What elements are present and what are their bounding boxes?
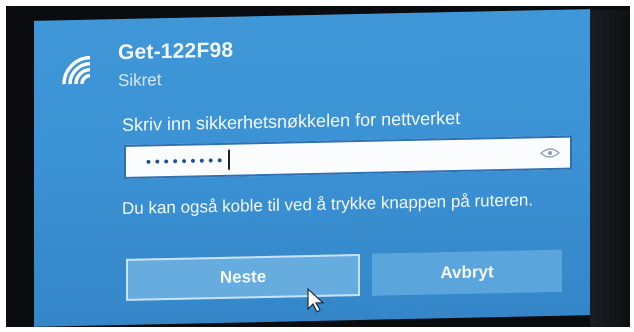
eye-icon[interactable] bbox=[540, 146, 560, 160]
next-button-label: Neste bbox=[219, 266, 267, 287]
cancel-button-label: Avbryt bbox=[440, 262, 494, 283]
security-key-input[interactable]: ••••••••• bbox=[124, 135, 572, 179]
cancel-button[interactable]: Avbryt bbox=[372, 249, 562, 296]
password-mask: ••••••••• bbox=[146, 151, 227, 170]
network-name: Get-122F98 bbox=[118, 38, 234, 65]
security-key-label: Skriv inn sikkerhetsnøkkelen for nettver… bbox=[122, 107, 461, 135]
monitor-bezel bbox=[590, 10, 634, 330]
wifi-connect-panel: Get-122F98 Sikret Skriv inn sikkerhetsnø… bbox=[34, 9, 590, 327]
wifi-icon bbox=[62, 55, 91, 85]
cursor-icon bbox=[307, 287, 325, 313]
network-status: Sikret bbox=[118, 70, 162, 91]
text-caret bbox=[228, 149, 231, 170]
wps-hint: Du kan også koble til ved å trykke knapp… bbox=[122, 190, 534, 218]
